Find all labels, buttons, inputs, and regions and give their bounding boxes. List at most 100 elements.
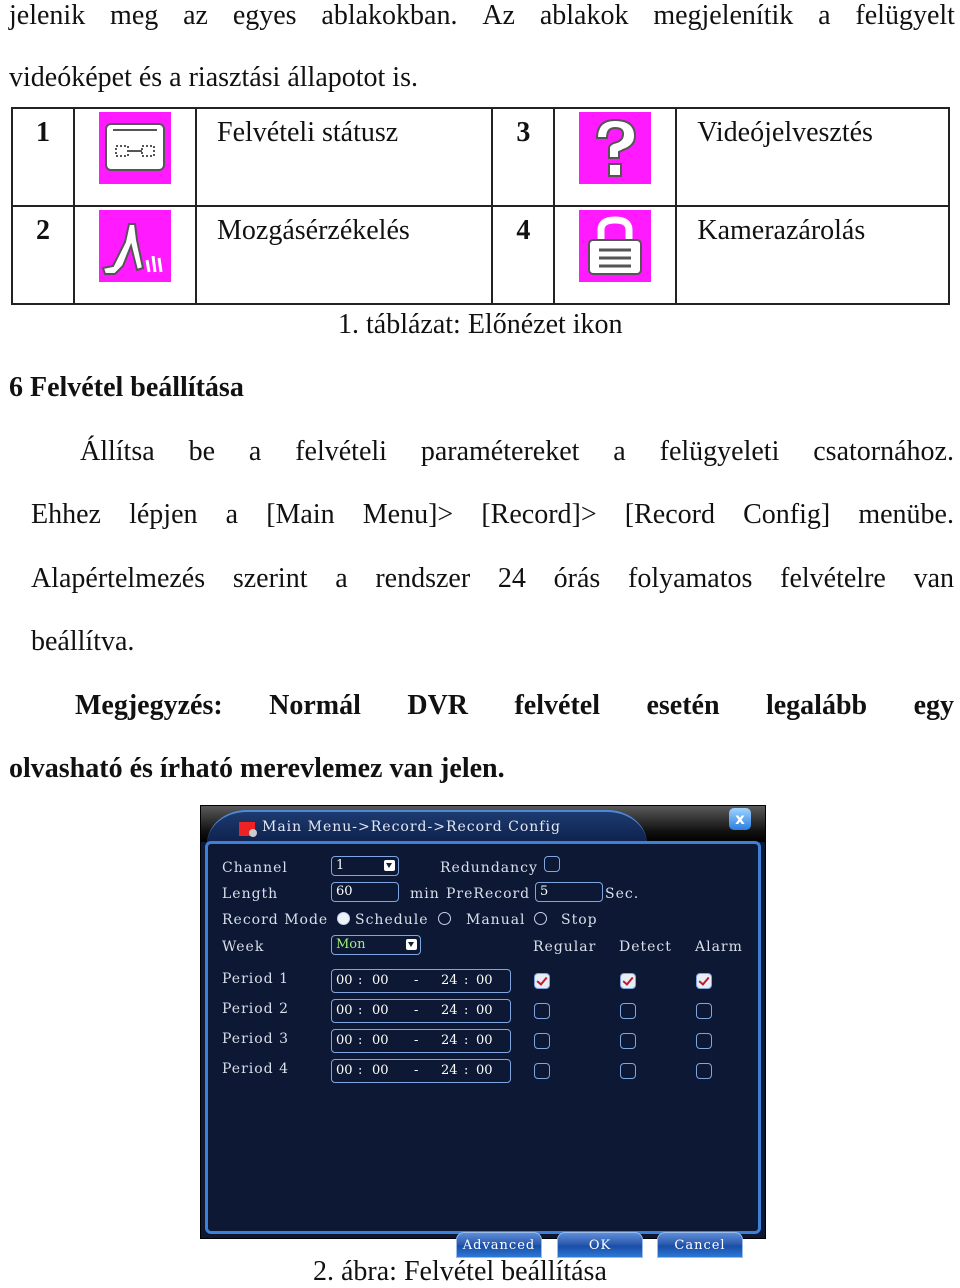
word: felügyelt <box>855 0 955 31</box>
regular-header: Regular <box>533 939 597 955</box>
record-config-window: Main Menu->Record->Record Config x Chann… <box>200 805 766 1258</box>
time-separator: - <box>414 1033 419 1048</box>
section-heading: 6 Felvétel beállítása <box>9 372 244 403</box>
length-label: Length <box>222 886 279 902</box>
redundancy-checkbox[interactable] <box>544 856 560 872</box>
detect-checkbox[interactable] <box>620 1033 636 1049</box>
advanced-button[interactable]: Advanced <box>456 1232 542 1258</box>
word: szerint <box>232 563 308 594</box>
regular-checkbox[interactable] <box>534 1033 550 1049</box>
icon-number: 4 <box>491 205 556 305</box>
regular-checkbox[interactable] <box>534 973 550 989</box>
word: Az <box>482 0 515 31</box>
period-time-range[interactable]: 00 00 24 00: -: <box>331 1029 511 1053</box>
period-time-range[interactable]: 00 00 24 00: -: <box>331 999 511 1023</box>
time-start-h[interactable]: 00 <box>336 1060 353 1082</box>
time-end-m[interactable]: 00 <box>476 1030 493 1052</box>
channel-label: Channel <box>222 860 288 876</box>
note-line: olvasható és írható merevlemez van jelen… <box>9 753 505 784</box>
config-panel: Channel 1 Redundancy Length 60 min PreRe… <box>205 841 761 1258</box>
word: a <box>613 436 626 467</box>
time-end-h[interactable]: 24 <box>441 970 458 992</box>
word: rendszer <box>375 563 471 594</box>
table-row: 2 Mozgásérzékelés 4 Kamerazárolás <box>11 205 950 305</box>
time-start-m[interactable]: 00 <box>372 1030 389 1052</box>
word: 24 <box>497 563 526 594</box>
stop-radio[interactable] <box>534 912 547 925</box>
time-start-h[interactable]: 00 <box>336 1030 353 1052</box>
alarm-checkbox[interactable] <box>696 1003 712 1019</box>
manual-radio[interactable] <box>438 912 451 925</box>
length-unit: min <box>410 886 440 902</box>
word: ablakok <box>539 0 629 31</box>
word: be <box>188 436 215 467</box>
close-button[interactable]: x <box>729 808 751 830</box>
word: csatornához. <box>813 436 954 467</box>
prerecord-input[interactable]: 5 <box>535 882 603 902</box>
chevron-down-icon <box>406 939 417 950</box>
alarm-checkbox[interactable] <box>696 1033 712 1049</box>
word: jelenik <box>9 0 86 31</box>
detect-checkbox[interactable] <box>620 1003 636 1019</box>
paragraph-line: Alapértelmezés szerint a rendszer 24 órás foly… <box>31 563 954 595</box>
period-time-range[interactable]: 00 00 24 00: -: <box>331 969 511 993</box>
paragraph-line: beállítva. <box>31 626 135 657</box>
time-end-m[interactable]: 00 <box>476 970 493 992</box>
ok-button[interactable]: OK <box>557 1232 643 1258</box>
manual-label: Manual <box>466 912 526 928</box>
cancel-button[interactable]: Cancel <box>657 1232 743 1258</box>
word: Config] <box>743 499 831 530</box>
time-start-h[interactable]: 00 <box>336 1000 353 1022</box>
table-row: 1 Felvételi státusz 3 Videójelvesztés <box>11 107 950 207</box>
period-time-range[interactable]: 00 00 24 00: -: <box>331 1059 511 1083</box>
channel-dropdown[interactable]: 1 <box>331 856 399 876</box>
alarm-checkbox[interactable] <box>696 1063 712 1079</box>
time-start-m[interactable]: 00 <box>372 1060 389 1082</box>
week-dropdown[interactable]: Mon <box>331 935 421 955</box>
regular-checkbox[interactable] <box>534 1063 550 1079</box>
week-value: Mon <box>336 937 366 952</box>
time-start-h[interactable]: 00 <box>336 970 353 992</box>
word: egy <box>913 690 954 721</box>
time-end-h[interactable]: 24 <box>441 1060 458 1082</box>
word: lépjen <box>129 499 198 530</box>
schedule-label: Schedule <box>355 912 429 928</box>
word: ablakokban. <box>321 0 458 31</box>
word: paramétereket <box>420 436 580 467</box>
time-separator: : <box>464 1063 469 1078</box>
regular-checkbox[interactable] <box>534 1003 550 1019</box>
table-caption: 1. táblázat: Előnézet ikon <box>338 309 623 340</box>
record-mode-label: Record Mode <box>222 912 329 928</box>
time-start-m[interactable]: 00 <box>372 970 389 992</box>
icon-description: Videójelvesztés <box>675 107 950 207</box>
time-start-m[interactable]: 00 <box>372 1000 389 1022</box>
detect-checkbox[interactable] <box>620 973 636 989</box>
prerecord-unit: Sec. <box>605 886 640 902</box>
video-loss-icon <box>579 112 652 184</box>
icon-number: 3 <box>491 107 556 207</box>
time-end-h[interactable]: 24 <box>441 1030 458 1052</box>
time-separator: - <box>414 1063 419 1078</box>
alarm-checkbox[interactable] <box>696 973 712 989</box>
word: felvétel <box>514 690 600 721</box>
detect-checkbox[interactable] <box>620 1063 636 1079</box>
time-separator: : <box>358 1063 363 1078</box>
icon-number: 1 <box>11 107 75 207</box>
length-input[interactable]: 60 <box>331 882 399 902</box>
record-status-icon <box>99 112 171 184</box>
word: megjelenítik <box>653 0 794 31</box>
time-end-h[interactable]: 24 <box>441 1000 458 1022</box>
word: esetén <box>646 690 720 721</box>
time-end-m[interactable]: 00 <box>476 1000 493 1022</box>
word: a <box>225 499 239 530</box>
time-separator: : <box>464 1033 469 1048</box>
period-label: Period 2 <box>222 1001 289 1017</box>
intro-line-2: videóképet és a riasztási állapotot is. <box>9 62 418 93</box>
word: meg <box>110 0 159 31</box>
camera-lock-icon <box>579 210 652 282</box>
time-end-m[interactable]: 00 <box>476 1060 493 1082</box>
schedule-radio[interactable] <box>337 912 350 925</box>
time-separator: - <box>414 973 419 988</box>
word: a <box>335 563 348 594</box>
window-title: Main Menu->Record->Record Config <box>262 819 561 835</box>
